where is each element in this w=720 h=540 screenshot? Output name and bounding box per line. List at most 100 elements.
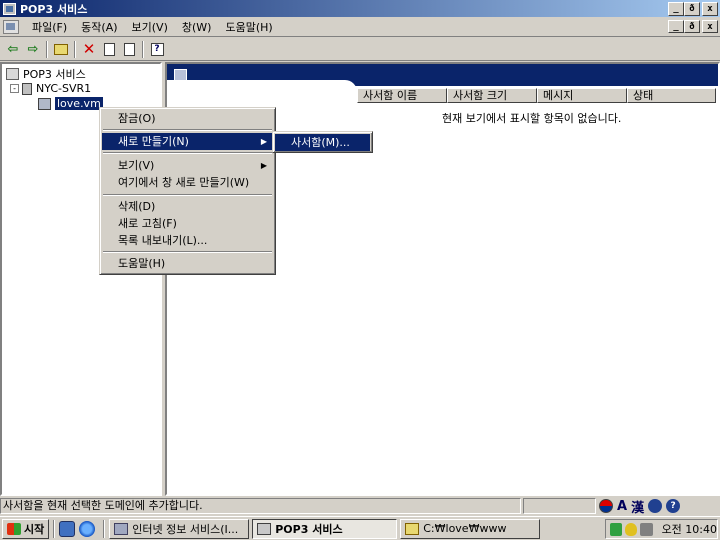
submenu-arrow-icon: ▶ <box>260 137 267 146</box>
new-submenu: 사서함(M)... <box>272 131 373 153</box>
taskbar-button-pop3[interactable]: POP3 서비스 <box>252 518 398 539</box>
menu-separator <box>103 194 272 196</box>
child-restore-button[interactable]: ð <box>684 20 700 33</box>
menu-item-view[interactable]: 보기(V) ▶ <box>102 157 273 174</box>
korean-flag-icon[interactable] <box>599 499 613 513</box>
folder-icon <box>405 522 420 535</box>
clock[interactable]: 오전 10:40 <box>662 521 717 537</box>
menu-action[interactable]: 동작(A) <box>74 19 124 35</box>
task-label: 인터넷 정보 서비스(I... <box>132 522 239 536</box>
menu-item-label: 새로 고침(F) <box>118 217 177 230</box>
hanja-mode-button[interactable]: 漢 <box>631 497 644 516</box>
system-tray: 오전 10:40 <box>605 519 718 539</box>
menu-item-refresh[interactable]: 새로 고침(F) <box>102 215 273 232</box>
child-close-button[interactable]: x <box>702 20 718 33</box>
pop3-service-icon <box>6 67 19 80</box>
menu-item-label: 사서함(M)... <box>291 136 350 149</box>
menu-file[interactable]: 파일(F) <box>25 19 74 35</box>
menu-item-new[interactable]: 새로 만들기(N) ▶ <box>102 133 273 150</box>
menu-item-lock[interactable]: 잠금(O) <box>102 110 273 127</box>
ime-pad-icon[interactable] <box>648 499 663 513</box>
start-button[interactable]: 시작 <box>2 518 50 539</box>
quicklaunch-separator <box>103 519 106 538</box>
menu-item-new-mailbox[interactable]: 사서함(M)... <box>275 134 370 151</box>
up-folder-icon <box>54 43 68 55</box>
menu-item-delete[interactable]: 삭제(D) <box>102 198 273 215</box>
delete-icon: ✕ <box>82 40 96 58</box>
menu-item-export-list[interactable]: 목록 내보내기(L)... <box>102 232 273 249</box>
window-title: POP3 서비스 <box>20 2 88 16</box>
export-list-button[interactable] <box>119 40 139 59</box>
quicklaunch-separator <box>53 519 56 538</box>
task-label: POP3 서비스 <box>275 522 343 536</box>
delete-button[interactable]: ✕ <box>79 40 99 59</box>
child-caption-buttons: _ ð x <box>668 20 718 33</box>
minimize-button[interactable]: _ <box>668 2 684 16</box>
tree-item-pop3[interactable]: POP3 서비스 <box>6 66 86 81</box>
menu-separator <box>103 251 272 253</box>
submenu-arrow-icon: ▶ <box>260 161 267 170</box>
taskbar-button-folder[interactable]: C:₩love₩www <box>400 518 541 539</box>
windows-logo-icon <box>7 522 21 535</box>
empty-list-message: 현재 보기에서 표시할 항목이 없습니다. <box>442 112 622 125</box>
pop3-service-icon <box>257 522 272 535</box>
menu-item-label: 새로 만들기(N) <box>118 135 189 148</box>
properties-icon <box>103 42 115 56</box>
tree-server-label: NYC-SVR1 <box>36 82 92 95</box>
show-desktop-icon[interactable] <box>59 520 76 537</box>
back-arrow-icon: ⇦ <box>7 41 19 57</box>
tree-domain-label: love.vm <box>55 97 103 110</box>
menu-view[interactable]: 보기(V) <box>125 19 175 35</box>
restore-button[interactable]: ð <box>684 2 700 16</box>
taskbar-button-iis[interactable]: 인터넷 정보 서비스(I... <box>109 518 250 539</box>
langbar-help-icon[interactable]: ? <box>666 499 681 513</box>
menu-help[interactable]: 도움말(H) <box>218 19 279 35</box>
forward-arrow-icon: ⇨ <box>27 41 39 57</box>
status-text: 사서함을 현재 선택한 도메인에 추가합니다. <box>0 498 521 514</box>
context-menu: 잠금(O) 새로 만들기(N) ▶ 보기(V) ▶ 여기에서 창 새로 만들기(… <box>99 107 276 275</box>
properties-button[interactable] <box>99 40 119 59</box>
menu-item-label: 여기에서 창 새로 만들기(W) <box>118 176 250 189</box>
list-column-headers: 사서함 이름 사서함 크기 메시지 상태 <box>357 88 716 103</box>
task-label: C:₩love₩www <box>423 522 507 535</box>
forward-button[interactable]: ⇨ <box>23 40 43 59</box>
toolbar-separator <box>46 40 48 58</box>
back-button[interactable]: ⇦ <box>3 40 23 59</box>
domain-icon <box>38 97 51 110</box>
menu-item-label: 목록 내보내기(L)... <box>118 234 208 247</box>
toolbar-separator <box>142 40 144 58</box>
start-label: 시작 <box>24 522 45 536</box>
close-button[interactable]: x <box>702 2 718 16</box>
menu-item-label: 삭제(D) <box>118 200 156 213</box>
header-curve <box>167 80 357 92</box>
document-icon[interactable] <box>3 19 19 34</box>
menu-separator <box>103 152 272 154</box>
collapse-icon[interactable]: - <box>10 84 19 93</box>
menu-bar: 파일(F) 동작(A) 보기(V) 창(W) 도움말(H) _ ð x <box>0 17 720 37</box>
menu-item-help[interactable]: 도움말(H) <box>102 255 273 272</box>
hangul-mode-button[interactable]: A <box>617 499 627 514</box>
up-one-level-button[interactable] <box>51 40 71 59</box>
iis-icon <box>114 522 129 535</box>
column-header-status[interactable]: 상태 <box>627 88 716 103</box>
help-button[interactable]: ? <box>147 40 167 59</box>
server-icon <box>22 82 32 95</box>
tree-item-server[interactable]: - NYC-SVR1 <box>10 81 91 96</box>
tree-root-label: POP3 서비스 <box>23 67 86 81</box>
menu-item-new-window[interactable]: 여기에서 창 새로 만들기(W) <box>102 174 273 191</box>
status-panel <box>523 498 596 514</box>
column-header-messages[interactable]: 메시지 <box>537 88 627 103</box>
caption-buttons: _ ð x <box>668 2 718 16</box>
security-shield-icon[interactable] <box>625 522 638 536</box>
volume-icon[interactable] <box>640 522 653 536</box>
child-minimize-button[interactable]: _ <box>668 20 684 33</box>
taskbar: 시작 인터넷 정보 서비스(I... POP3 서비스 C:₩love₩www … <box>0 516 720 540</box>
column-header-mailbox-size[interactable]: 사서함 크기 <box>447 88 537 103</box>
menu-window[interactable]: 창(W) <box>175 19 219 35</box>
network-icon[interactable] <box>610 522 623 536</box>
internet-explorer-icon[interactable] <box>79 520 96 537</box>
toolbar-separator <box>74 40 76 58</box>
column-header-mailbox-name[interactable]: 사서함 이름 <box>357 88 447 103</box>
tree-item-domain[interactable]: love.vm <box>38 96 103 111</box>
toolbar: ⇦ ⇨ ✕ ? <box>0 38 720 61</box>
